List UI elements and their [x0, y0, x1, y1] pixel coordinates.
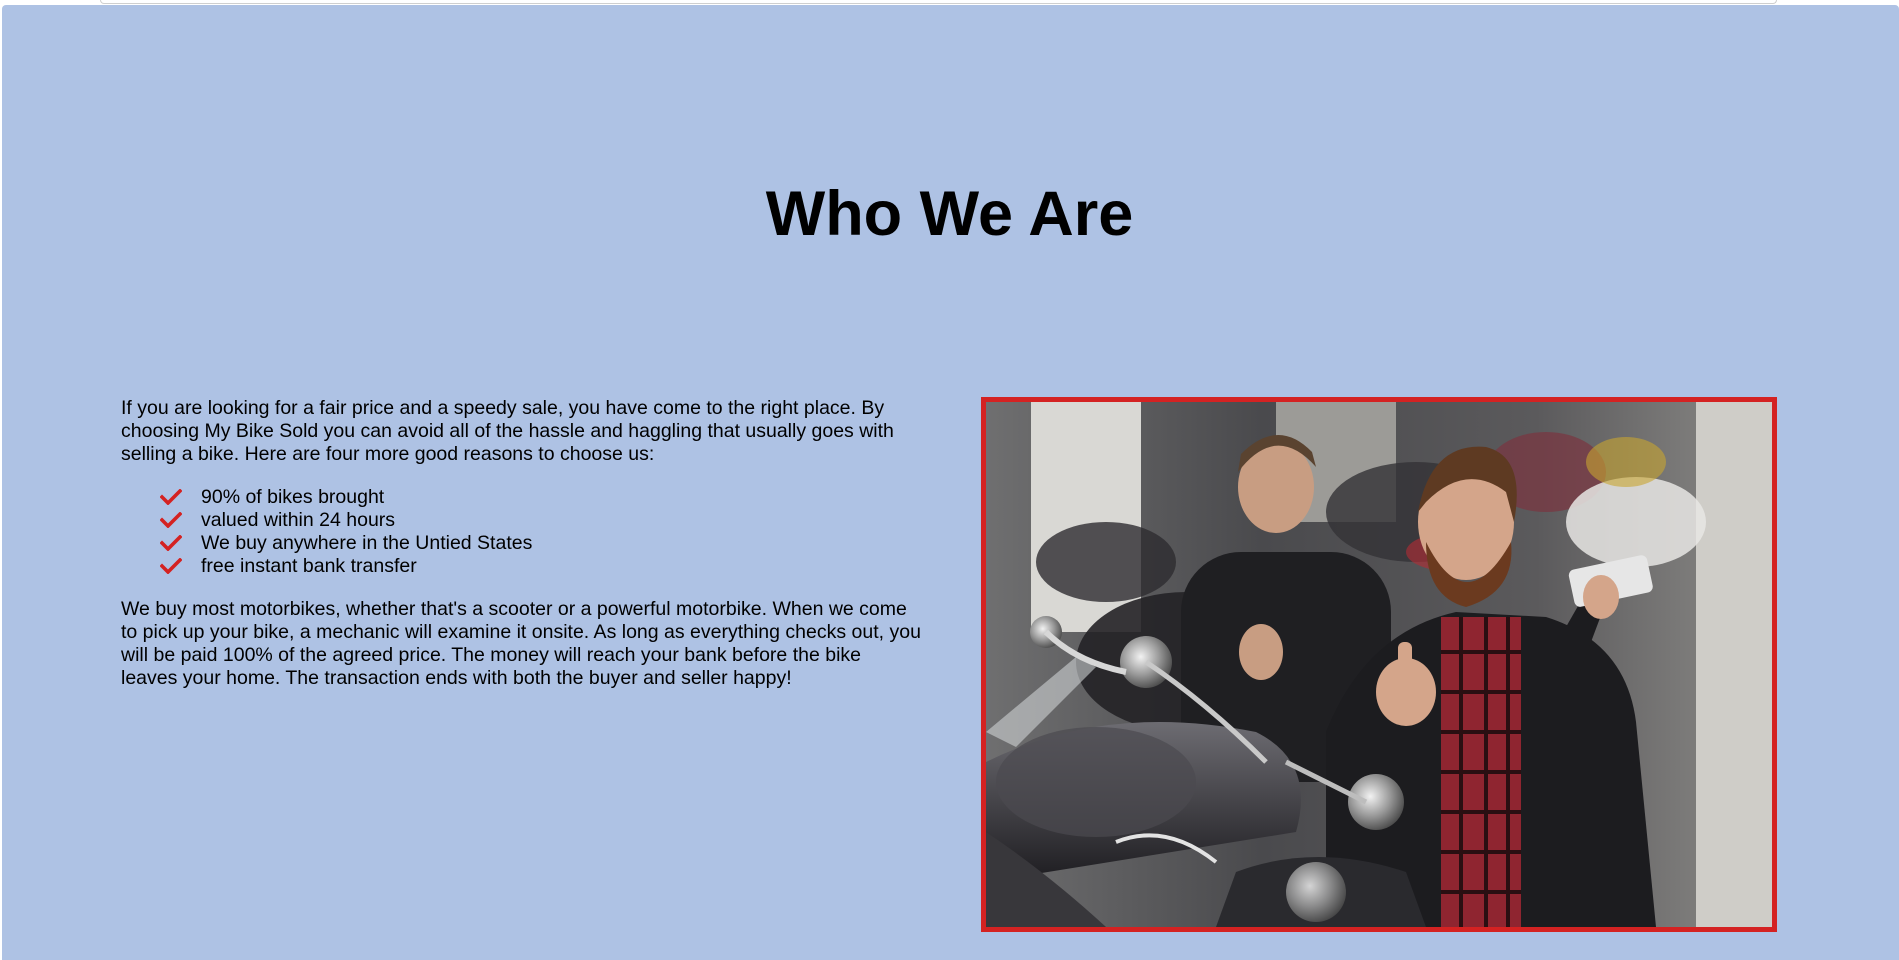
list-item: We buy anywhere in the Untied States: [160, 532, 921, 555]
header-edge: [100, 0, 1777, 4]
list-item: valued within 24 hours: [160, 509, 921, 532]
who-we-are-section: Who We Are If you are looking for a fair…: [2, 5, 1899, 960]
reason-label: free instant bank transfer: [201, 555, 417, 577]
two-bikers-selfie-photo: [986, 402, 1772, 927]
check-icon: [160, 535, 182, 551]
check-icon: [160, 558, 182, 574]
body-paragraph: We buy most motorbikes, whether that's a…: [121, 598, 921, 689]
page: Who We Are If you are looking for a fair…: [0, 0, 1899, 960]
reason-label: 90% of bikes brought: [201, 486, 385, 508]
check-icon: [160, 489, 182, 505]
reason-label: valued within 24 hours: [201, 509, 396, 531]
intro-paragraph: If you are looking for a fair price and …: [121, 397, 894, 465]
reasons-list: 90% of bikes brought valued within 24 ho…: [121, 486, 921, 578]
check-icon: [160, 512, 182, 528]
list-item: 90% of bikes brought: [160, 486, 921, 509]
text-column: If you are looking for a fair price and …: [121, 397, 921, 690]
reason-label: We buy anywhere in the Untied States: [201, 532, 533, 554]
bikers-photo: [981, 397, 1777, 932]
section-title: Who We Are: [765, 179, 1134, 249]
list-item: free instant bank transfer: [160, 555, 921, 578]
